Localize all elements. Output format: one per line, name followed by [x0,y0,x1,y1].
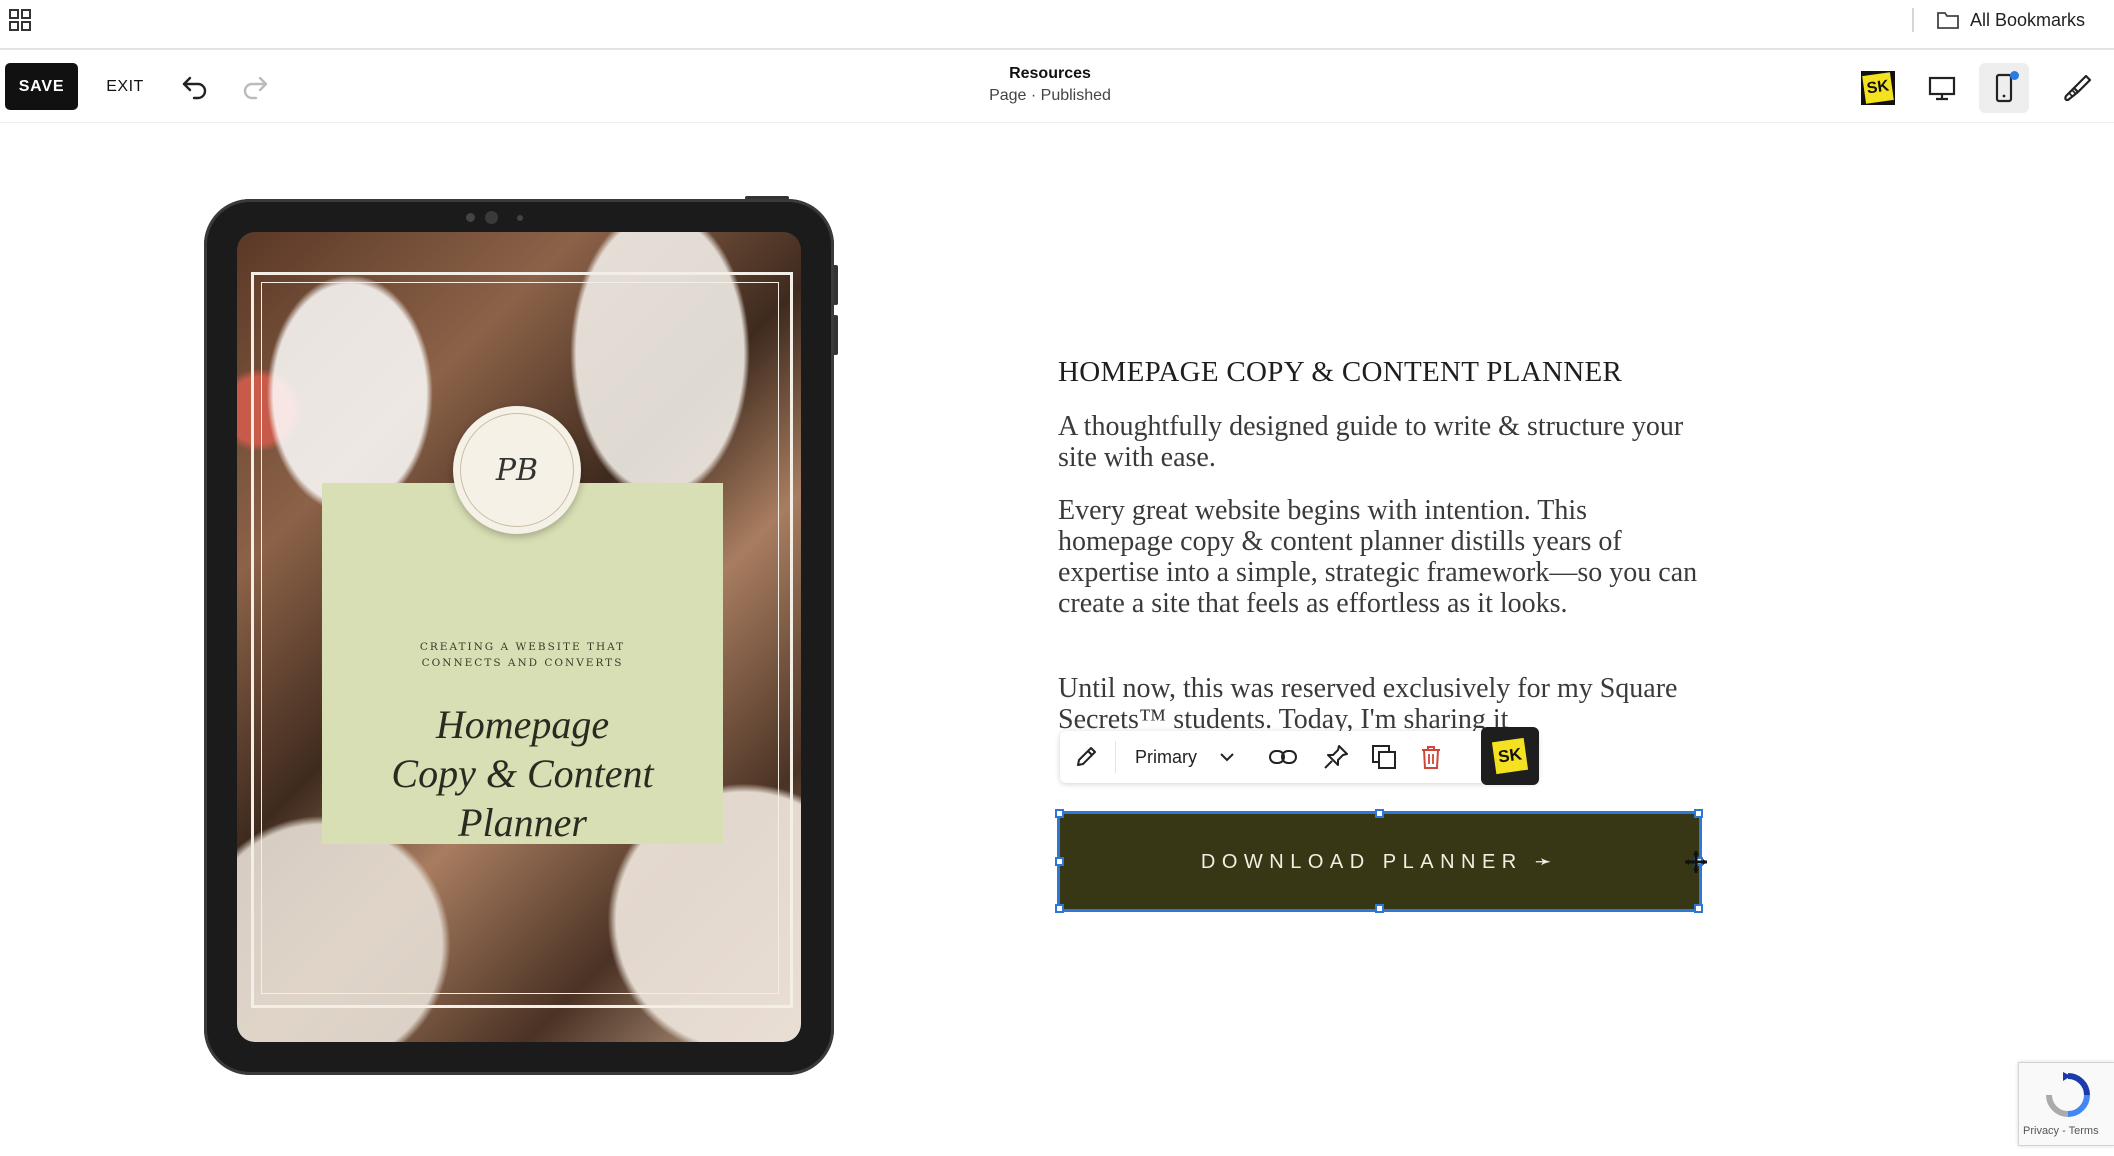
trash-icon[interactable] [1417,743,1445,771]
seal-monogram: PB [460,413,574,527]
design-brush-icon[interactable] [2060,72,2092,104]
tablet-camera [485,211,498,224]
page-status: Page · Published [989,87,1111,104]
all-bookmarks-button[interactable]: All Bookmarks [1936,7,2085,33]
button-style-select[interactable]: Primary [1135,743,1235,771]
cover-subtitle: CREATING A WEBSITE THAT CONNECTS AND CON… [322,639,723,671]
toolbar-divider [1115,741,1116,773]
tablet-mockup-image[interactable]: PB CREATING A WEBSITE THAT CONNECTS AND … [204,199,834,1075]
resize-handle[interactable] [1055,904,1064,913]
pin-icon[interactable] [1322,743,1350,771]
button-style-value: Primary [1135,746,1197,767]
resize-handle[interactable] [1694,904,1703,913]
pencil-icon[interactable] [1072,743,1100,771]
sk-logo-icon: SK [1491,737,1529,775]
redo-icon[interactable] [240,72,270,102]
resize-handle[interactable] [1694,809,1703,818]
cover-title-line: Copy & Content [391,751,654,796]
intro-paragraph[interactable]: A thoughtfully designed guide to write &… [1058,411,1698,473]
apps-grid-icon[interactable] [8,8,32,32]
chevron-down-icon [1220,753,1234,762]
editor-toolbar: SAVE EXIT Resources Page · Published SK [0,50,2114,123]
mobile-view-button[interactable] [1979,63,2029,113]
bookmarks-bar: All Bookmarks [0,0,2114,50]
download-planner-button[interactable]: DOWNLOAD PLANNER ➛ [1060,814,1699,909]
tablet-sensor [466,213,475,222]
section-heading[interactable]: HOMEPAGE COPY & CONTENT PLANNER [1058,356,1718,389]
monogram-seal: PB [453,406,581,534]
sk-plugin-button[interactable]: SK [1861,71,1895,105]
desktop-view-button[interactable] [1918,72,1966,106]
all-bookmarks-label: All Bookmarks [1970,9,2086,30]
desktop-view-icon [1928,76,1956,101]
cover-title: Homepage Copy & Content Planner [322,700,723,847]
exit-button[interactable]: EXIT [100,63,150,110]
cover-title-line: Homepage [435,702,610,747]
page-title[interactable]: Resources [900,65,1200,83]
folder-icon [1937,12,1959,29]
exclusive-paragraph[interactable]: Until now, this was reserved exclusively… [1058,673,1698,731]
undo-icon[interactable] [180,72,210,102]
notification-dot [2010,71,2019,80]
resize-handle[interactable] [1055,857,1064,866]
link-icon[interactable] [1268,743,1298,771]
resize-handle[interactable] [1055,809,1064,818]
resize-handle[interactable] [1375,809,1384,818]
recaptcha-badge[interactable]: Privacy - Terms [2018,1062,2114,1146]
duplicate-icon[interactable] [1370,743,1398,771]
tablet-sensor [517,215,523,221]
sk-plugin-chip[interactable]: SK [1481,727,1539,785]
recaptcha-icon [2046,1072,2090,1117]
save-button[interactable]: SAVE [5,63,78,110]
block-edit-toolbar: Primary [1060,731,1538,783]
bookmarks-divider [1912,8,1914,32]
cover-subtitle-line: CREATING A WEBSITE THAT [419,641,626,653]
cover-title-line: Planner [458,800,587,845]
sk-logo-icon: SK [1862,72,1894,104]
tablet-screen: PB CREATING A WEBSITE THAT CONNECTS AND … [237,232,801,1042]
recaptcha-links[interactable]: Privacy - Terms [2023,1125,2114,1137]
cover-subtitle-line: CONNECTS AND CONVERTS [421,657,624,669]
resize-handle[interactable] [1375,904,1384,913]
move-cursor-icon [1685,851,1707,873]
description-paragraph[interactable]: Every great website begins with intentio… [1058,495,1698,619]
